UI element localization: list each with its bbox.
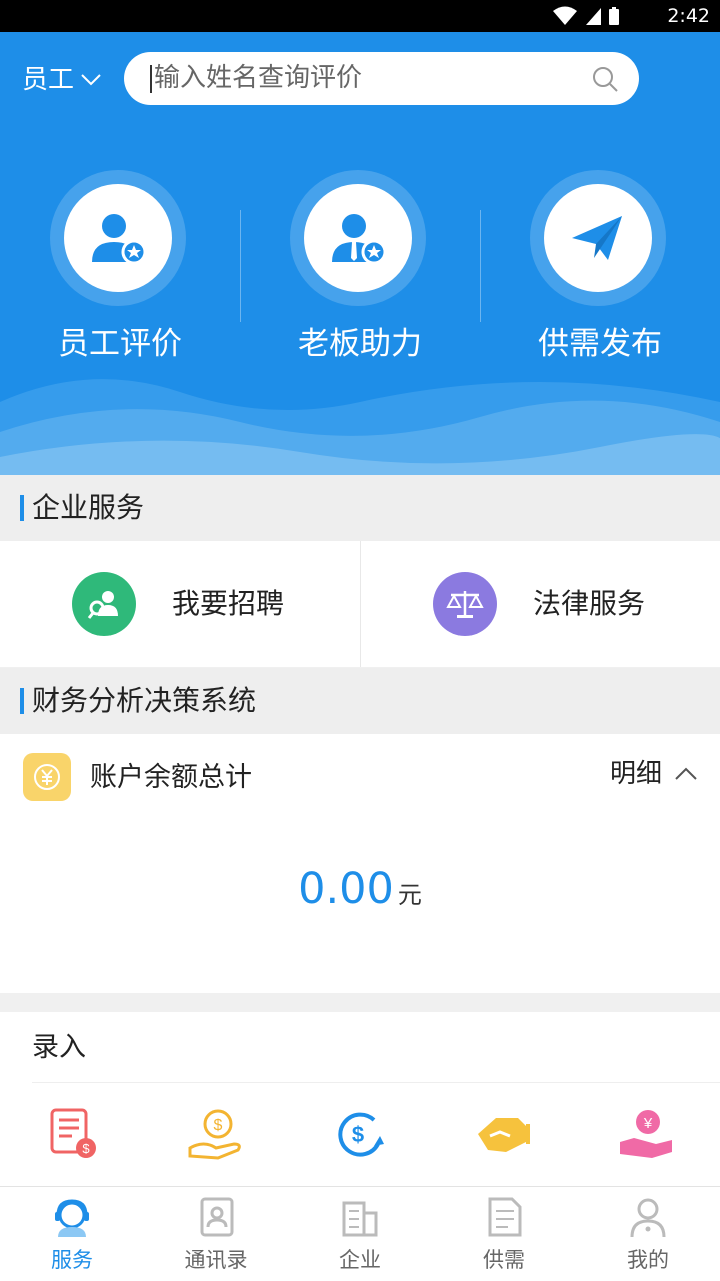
divider	[32, 1082, 720, 1083]
tab-label: 供需	[483, 1248, 525, 1272]
search-placeholder: 输入姓名查询评价	[154, 63, 363, 93]
svg-text:$: $	[82, 1141, 90, 1156]
svg-text:¥: ¥	[643, 1115, 653, 1132]
section-enterprise-services: 企业服务	[0, 475, 720, 541]
scales-icon	[433, 572, 497, 636]
tab-label: 服务	[51, 1248, 93, 1272]
user-icon	[630, 1198, 666, 1238]
tab-enterprise[interactable]: 企业	[288, 1187, 432, 1281]
tab-label: 我的	[627, 1248, 669, 1272]
feature-employee-review[interactable]: 员工评价	[0, 170, 240, 370]
bill-icon[interactable]: $	[44, 1106, 104, 1162]
bottom-tab-bar: 服务 通讯录 企业 供需 我的	[0, 1186, 720, 1281]
tab-mine[interactable]: 我的	[576, 1187, 720, 1281]
contacts-icon	[200, 1197, 234, 1237]
role-selector[interactable]: 员工	[22, 62, 102, 98]
feature-ring	[50, 170, 186, 306]
status-bar: 2:42	[0, 0, 720, 32]
entry-section: 录入 $ $ $ ¥	[0, 1012, 720, 1186]
feature-label: 员工评价	[58, 326, 182, 362]
tab-service[interactable]: 服务	[0, 1187, 144, 1281]
yuan-icon	[23, 753, 71, 801]
balance-title: 账户余额总计	[90, 762, 252, 793]
section-finance: 财务分析决策系统	[0, 668, 720, 734]
coin-hand-icon[interactable]: $	[186, 1106, 246, 1162]
yuan-hand-icon[interactable]: ¥	[616, 1106, 676, 1162]
recruit-icon	[72, 572, 136, 636]
hero-header: 员工 输入姓名查询评价 员工评价 老板助力 供需发布	[0, 32, 720, 475]
service-label: 法律服务	[533, 587, 646, 620]
amount-value: 0.00	[298, 864, 394, 914]
feature-boss-assist[interactable]: 老板助力	[240, 170, 480, 370]
service-label: 我要招聘	[172, 587, 285, 620]
feature-supply-publish[interactable]: 供需发布	[480, 170, 720, 370]
feature-circle	[64, 184, 172, 292]
building-icon	[342, 1201, 378, 1237]
service-legal[interactable]: 法律服务	[361, 541, 720, 667]
document-icon	[488, 1197, 522, 1237]
section-title: 企业服务	[32, 491, 145, 524]
role-label: 员工	[22, 65, 75, 95]
boss-star-icon	[332, 214, 387, 265]
svg-text:$: $	[352, 1122, 364, 1147]
section-bar	[20, 688, 24, 714]
service-icon	[55, 1199, 89, 1237]
detail-label: 明细	[609, 759, 662, 789]
search-icon[interactable]	[591, 65, 619, 93]
chevron-up-icon	[675, 767, 697, 780]
feature-ring	[530, 170, 666, 306]
svg-text:$: $	[214, 1117, 223, 1134]
tab-supply[interactable]: 供需	[432, 1187, 576, 1281]
dollar-cycle-icon[interactable]: $	[330, 1106, 390, 1162]
signal-icon	[586, 8, 601, 25]
status-time: 2:42	[667, 5, 710, 27]
detail-toggle[interactable]: 明细	[610, 754, 698, 794]
section-bar	[20, 495, 24, 521]
text-caret	[150, 65, 152, 93]
tab-label: 通讯录	[184, 1248, 248, 1272]
feature-label: 老板助力	[298, 326, 422, 362]
battery-icon	[609, 7, 619, 25]
tab-contacts[interactable]: 通讯录	[144, 1187, 288, 1281]
tab-label: 企业	[339, 1248, 381, 1272]
service-recruit[interactable]: 我要招聘	[0, 541, 360, 667]
balance-card: 账户余额总计 明细 0.00 元	[0, 734, 720, 993]
balance-amount: 0.00 元	[0, 864, 720, 914]
feature-ring	[290, 170, 426, 306]
tag-hand-icon[interactable]	[472, 1106, 532, 1162]
feature-label: 供需发布	[538, 326, 662, 362]
amount-unit: 元	[397, 881, 422, 909]
feature-circle	[304, 184, 412, 292]
entry-title: 录入	[32, 1032, 86, 1063]
employee-star-icon	[92, 214, 147, 265]
chevron-down-icon	[81, 74, 101, 86]
feature-circle	[544, 184, 652, 292]
search-input[interactable]: 输入姓名查询评价	[124, 52, 639, 105]
paper-plane-icon	[572, 216, 622, 260]
wifi-icon	[553, 6, 577, 25]
wave-decoration	[0, 379, 720, 475]
section-title: 财务分析决策系统	[32, 684, 257, 717]
